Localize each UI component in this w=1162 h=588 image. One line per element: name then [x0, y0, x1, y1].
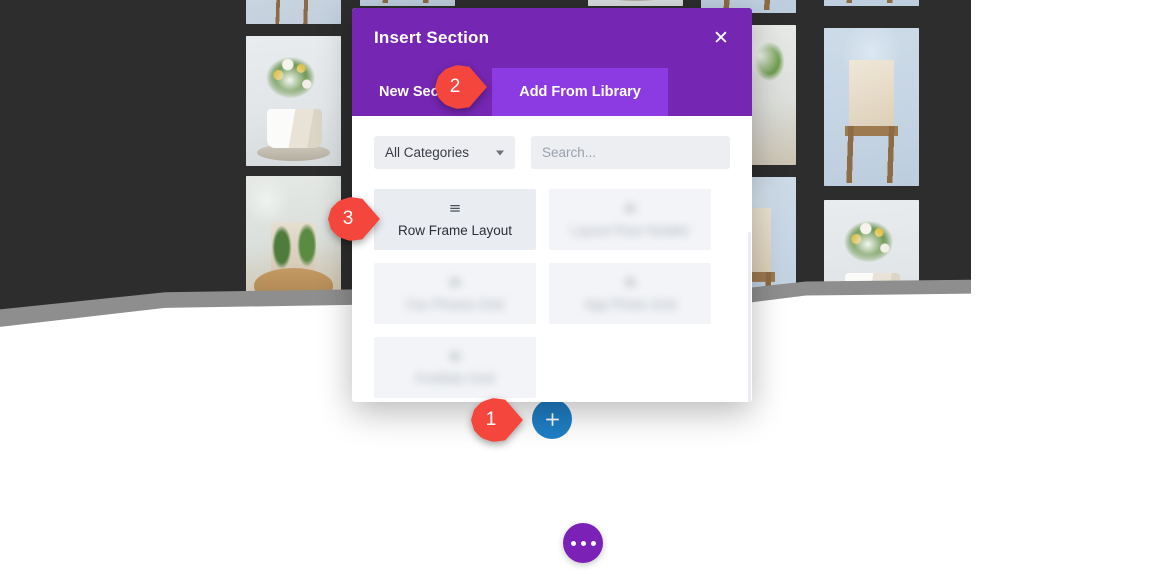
dot-icon — [590, 540, 596, 546]
layout-card-2[interactable]: ≡ Layout Row Header — [549, 189, 711, 250]
dot-icon — [570, 540, 576, 546]
gallery-photo-bouquet-top — [588, 0, 683, 6]
rows-icon: ≡ — [623, 199, 637, 217]
modal-tab-bar: New Section Add From Library — [352, 68, 752, 116]
dot-icon — [580, 540, 586, 546]
add-section-button[interactable] — [532, 399, 572, 439]
search-input[interactable] — [531, 136, 730, 169]
plus-icon — [545, 412, 559, 426]
rows-icon: ≡ — [448, 273, 462, 291]
gallery-photo-bag-tall — [824, 28, 919, 186]
chevron-down-icon — [496, 150, 504, 155]
layout-card-row-frame-layout[interactable]: ≡ Row Frame Layout — [374, 189, 536, 250]
category-select[interactable]: All Categories — [374, 136, 515, 169]
gallery-photo-bag-top — [360, 0, 455, 6]
layout-card-4[interactable]: ≡ App Photo Grid — [549, 263, 711, 324]
layout-card-label: Row Frame Layout — [397, 223, 513, 238]
gallery-photo-bouquet-left — [246, 36, 341, 166]
category-select-label: All Categories — [385, 145, 470, 160]
library-filter-row: All Categories — [374, 136, 730, 169]
modal-scrollbar[interactable] — [748, 232, 751, 402]
rows-icon: ≡ — [623, 273, 637, 291]
page-settings-button[interactable] — [563, 523, 603, 563]
insert-section-modal: Insert Section ✕ New Section Add From Li… — [352, 8, 752, 402]
page-canvas: Insert Section ✕ New Section Add From Li… — [0, 0, 1162, 588]
library-layout-grid: ≡ Row Frame Layout ≡ Layout Row Header ≡… — [374, 189, 730, 398]
modal-header: Insert Section ✕ — [352, 8, 752, 68]
layout-card-3[interactable]: ≡ Our Photos Grid — [374, 263, 536, 324]
close-icon[interactable]: ✕ — [710, 27, 732, 49]
gallery-photo-bag-upper-right — [824, 0, 919, 6]
layout-card-label: Our Photos Grid — [406, 297, 504, 312]
modal-body: All Categories ≡ Row Frame Layout ≡ Layo… — [352, 116, 752, 402]
tab-add-from-library[interactable]: Add From Library — [492, 68, 668, 116]
marker-number: 1 — [485, 409, 497, 430]
marker-number: 2 — [449, 76, 461, 97]
gallery-photo-wooden-stool — [246, 0, 341, 24]
rows-icon: ≡ — [448, 347, 462, 365]
callout-marker-2: 2 — [435, 65, 487, 109]
layout-card-5[interactable]: ≡ Portfolio Grid — [374, 337, 536, 398]
rows-icon: ≡ — [448, 199, 462, 217]
modal-title: Insert Section — [374, 28, 490, 47]
marker-number: 3 — [342, 208, 354, 229]
layout-card-label: Portfolio Grid — [415, 371, 495, 386]
layout-card-label: App Photo Grid — [583, 297, 677, 312]
callout-marker-1: 1 — [471, 398, 523, 442]
callout-marker-3: 3 — [328, 197, 380, 241]
layout-card-label: Layout Row Header — [570, 223, 690, 238]
